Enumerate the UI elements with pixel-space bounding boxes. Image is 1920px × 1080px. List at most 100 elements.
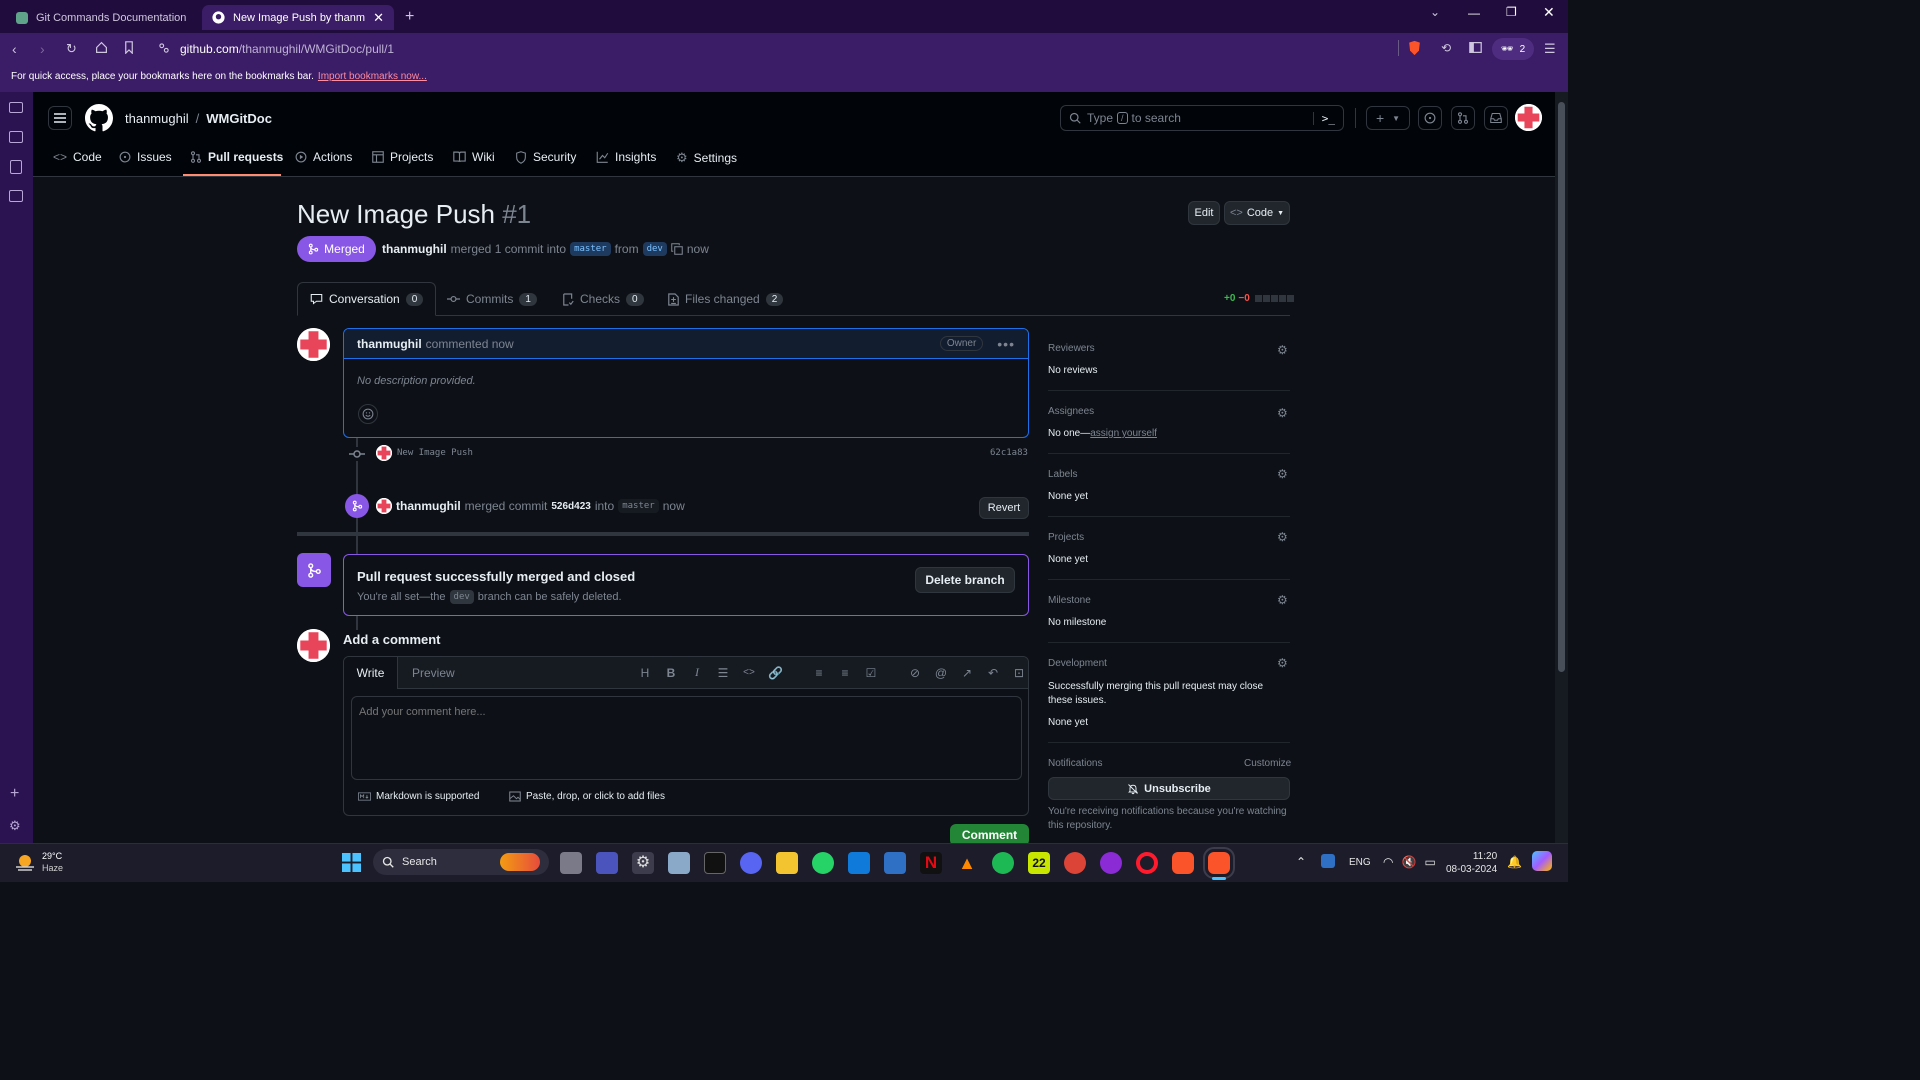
comment-textarea[interactable] xyxy=(351,696,1022,780)
mention-icon[interactable]: @ xyxy=(934,666,948,680)
comment-timestamp[interactable]: commented now xyxy=(426,337,514,351)
reference-icon[interactable]: ↗ xyxy=(960,666,974,680)
delete-branch-button[interactable]: Delete branch xyxy=(915,567,1015,593)
vlc-icon[interactable]: ▲ xyxy=(956,852,978,874)
revert-button[interactable]: Revert xyxy=(979,497,1029,519)
page-scrollbar[interactable] xyxy=(1555,92,1568,843)
milestone-title[interactable]: Milestone xyxy=(1048,595,1091,606)
slash-commands-icon[interactable]: ⊡ xyxy=(1012,666,1026,680)
pull-requests-button[interactable] xyxy=(1451,106,1475,130)
clock[interactable]: 11:20 08-03-2024 xyxy=(1446,850,1497,876)
nav-issues[interactable]: Issues xyxy=(119,150,172,164)
url-input[interactable]: github.com/thanmughil/WMGitDoc/pull/1 xyxy=(180,38,1380,60)
preview-tab[interactable]: Preview xyxy=(412,666,455,680)
head-branch-label[interactable]: dev xyxy=(642,242,667,256)
attach-icon[interactable]: ⊘ xyxy=(908,666,922,680)
repo-owner-link[interactable]: thanmughil xyxy=(125,111,189,126)
add-reaction-button[interactable] xyxy=(358,404,378,424)
language-indicator[interactable]: ENG xyxy=(1349,857,1371,868)
photos-icon[interactable] xyxy=(668,852,690,874)
reviewers-gear-icon[interactable]: ⚙ xyxy=(1277,343,1291,357)
nav-wiki[interactable]: Wiki xyxy=(453,150,495,164)
rail-wallet-icon[interactable] xyxy=(9,131,23,143)
brave-icon[interactable] xyxy=(1172,852,1194,874)
current-user-avatar[interactable] xyxy=(297,629,330,662)
spotify-icon[interactable] xyxy=(992,852,1014,874)
base-branch-label[interactable]: master xyxy=(570,242,611,256)
import-bookmarks-link[interactable]: Import bookmarks now... xyxy=(318,71,427,82)
development-gear-icon[interactable]: ⚙ xyxy=(1277,656,1291,670)
nav-insights[interactable]: Insights xyxy=(596,150,656,164)
terminal-icon[interactable] xyxy=(704,852,726,874)
sidebar-toggle-icon[interactable] xyxy=(1469,41,1482,54)
issues-button[interactable] xyxy=(1418,106,1442,130)
create-new-button[interactable]: + ▼ xyxy=(1366,106,1410,130)
comment-author[interactable]: thanmughil xyxy=(357,337,422,351)
tab-search-chevron-icon[interactable]: ⌄ xyxy=(1430,5,1440,19)
minimize-button[interactable]: — xyxy=(1468,6,1480,20)
restore-button[interactable]: ❐ xyxy=(1506,5,1517,19)
windows-start-icon[interactable] xyxy=(342,853,361,872)
site-info-icon[interactable] xyxy=(158,42,170,54)
app-icon[interactable] xyxy=(884,852,906,874)
github-logo-icon[interactable] xyxy=(85,104,113,132)
markdown-link[interactable]: Markdown is supported xyxy=(358,791,479,802)
show-hidden-icons-chevron[interactable]: ⌃ xyxy=(1296,855,1306,869)
bold-icon[interactable]: B xyxy=(664,666,678,680)
author-link[interactable]: thanmughil xyxy=(382,242,447,256)
code-icon[interactable]: <> xyxy=(742,667,756,678)
tab-conversation[interactable]: Conversation 0 xyxy=(297,282,437,316)
brave-active-icon[interactable] xyxy=(1203,847,1235,879)
settings-app-icon[interactable]: ⚙ xyxy=(632,852,654,874)
browser-tab-pull-request[interactable]: New Image Push by thanmughi ✕ xyxy=(202,5,394,30)
whatsapp-icon[interactable] xyxy=(812,852,834,874)
system-tray-icons[interactable]: ◠ 🔇 ▭ xyxy=(1383,855,1436,869)
rail-reading-list-icon[interactable] xyxy=(9,190,23,202)
commit-sha-link[interactable]: 62c1a83 xyxy=(990,448,1028,458)
kebab-menu-icon[interactable]: ••• xyxy=(997,336,1015,352)
task-list-icon[interactable]: ☑ xyxy=(864,666,878,680)
reload-icon[interactable]: ↻ xyxy=(66,41,77,57)
vscode-icon[interactable] xyxy=(848,852,870,874)
projects-title[interactable]: Projects xyxy=(1048,532,1084,543)
code-dropdown-button[interactable]: <> Code ▼ xyxy=(1224,201,1290,225)
reviewers-title[interactable]: Reviewers xyxy=(1048,343,1095,354)
browser-tab-git-commands[interactable]: Git Commands Documentation xyxy=(6,5,198,30)
command-palette-icon[interactable]: >_ xyxy=(1312,111,1335,125)
calendar-app-icon[interactable]: 22 xyxy=(1028,852,1050,874)
home-icon[interactable] xyxy=(95,41,108,54)
labels-gear-icon[interactable]: ⚙ xyxy=(1277,467,1291,481)
merger-link[interactable]: thanmughil xyxy=(396,499,461,513)
nav-settings[interactable]: ⚙ Settings xyxy=(676,150,737,166)
assign-yourself-link[interactable]: assign yourself xyxy=(1090,428,1157,439)
unsubscribe-button[interactable]: Unsubscribe xyxy=(1048,777,1290,800)
discord-icon[interactable] xyxy=(740,852,762,874)
reply-icon[interactable]: ↶ xyxy=(986,666,1000,680)
heading-icon[interactable]: H xyxy=(638,666,652,680)
write-tab[interactable]: Write xyxy=(344,657,398,689)
nav-security[interactable]: Security xyxy=(515,150,576,164)
bookmark-icon[interactable] xyxy=(123,41,135,54)
commit-message-link[interactable]: New Image Push xyxy=(397,448,473,458)
hamburger-menu-button[interactable] xyxy=(48,106,72,130)
close-window-button[interactable]: ✕ xyxy=(1543,4,1555,21)
weather-widget[interactable]: 29°C Haze xyxy=(14,850,63,874)
quote-icon[interactable]: ☰ xyxy=(716,666,730,680)
edit-title-button[interactable]: Edit xyxy=(1188,201,1220,225)
tray-app-icon[interactable] xyxy=(1321,854,1335,868)
brave-wallet-button[interactable]: 🕶 2 xyxy=(1492,38,1534,60)
nav-pull-requests[interactable]: Pull requests xyxy=(190,150,283,164)
search-input[interactable]: Type / to search >_ xyxy=(1060,105,1344,131)
milestone-gear-icon[interactable]: ⚙ xyxy=(1277,593,1291,607)
task-view-icon[interactable] xyxy=(560,852,582,874)
nav-code[interactable]: <> Code xyxy=(53,150,102,164)
new-tab-button[interactable]: + xyxy=(405,8,414,26)
menu-icon[interactable]: ☰ xyxy=(1544,41,1556,57)
netflix-icon[interactable]: N xyxy=(920,852,942,874)
leo-ai-icon[interactable]: ⟲ xyxy=(1441,41,1451,55)
italic-icon[interactable]: I xyxy=(690,665,704,680)
link-icon[interactable]: 🔗 xyxy=(768,666,783,680)
nav-projects[interactable]: Projects xyxy=(372,150,433,164)
tab-files-changed[interactable]: Files changed 2 xyxy=(668,282,784,316)
rail-add-icon[interactable]: + xyxy=(10,785,19,803)
